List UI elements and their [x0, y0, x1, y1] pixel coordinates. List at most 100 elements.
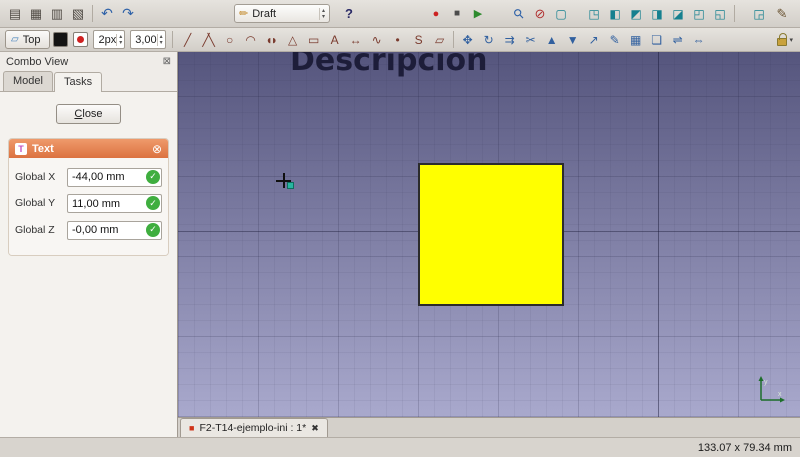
whats-this-icon[interactable]: ? — [339, 4, 359, 24]
combo-view-title: Combo View — [6, 56, 68, 68]
mirror-icon[interactable]: ⇌ — [668, 30, 688, 50]
dock-close-icon[interactable]: ⊠ — [163, 56, 171, 67]
viewport-column: Descripción x y ■ F2-T14-e — [178, 52, 800, 437]
document-tab[interactable]: ■ F2-T14-ejemplo-ini : 1* ✖ — [180, 418, 328, 437]
snap-lock-icon[interactable] — [777, 38, 787, 46]
document-tab-bar: ■ F2-T14-ejemplo-ini : 1* ✖ — [178, 417, 800, 437]
upgrade-icon[interactable]: ▲ — [542, 30, 562, 50]
text-icon[interactable]: A — [324, 30, 344, 50]
rotate-icon[interactable]: ↻ — [479, 30, 499, 50]
view-top-icon[interactable]: ◩ — [626, 4, 646, 24]
downgrade-icon[interactable]: ▼ — [563, 30, 583, 50]
extra-view-group: ◲ — [749, 4, 769, 24]
open-document-icon[interactable]: ▦ — [26, 4, 46, 24]
trimex-icon[interactable]: ✂ — [521, 30, 541, 50]
tab-model[interactable]: Model — [3, 71, 53, 91]
global-z-row: Global Z ✓ — [15, 220, 162, 240]
toolbar-separator — [453, 31, 454, 48]
arc-icon[interactable]: ◠ — [240, 30, 260, 50]
spin-down-icon[interactable]: ▾ — [117, 40, 124, 46]
edit-icon[interactable]: ✎ — [605, 30, 625, 50]
valid-check-icon: ✓ — [146, 223, 160, 237]
macro-record-icon[interactable]: ● — [426, 4, 446, 24]
view-isometric-icon[interactable]: ◳ — [584, 4, 604, 24]
combo-view-titlebar: Combo View ⊠ — [0, 52, 177, 71]
draft-creation-group: ╱╱╲○◠◖◗△▭A↔∿•S▱ — [177, 30, 449, 50]
line-width-value: 2px — [98, 34, 116, 46]
crosshair-cursor — [276, 173, 291, 188]
text-height-value: 3,00 — [135, 34, 156, 46]
draft-modify-group: ✥↻⇉✂▲▼↗✎▦❏⇌⇔ — [458, 30, 709, 50]
tab-tasks[interactable]: Tasks — [54, 72, 102, 92]
dimension-icon[interactable]: ↔ — [345, 30, 365, 50]
view-icon-group: ⚲ ⊘ ▢ — [509, 4, 571, 24]
view-left-icon[interactable]: ◱ — [710, 4, 730, 24]
draft-rectangle[interactable] — [418, 163, 564, 306]
chevron-down-icon[interactable]: ▾ — [789, 36, 793, 44]
spin-down-icon[interactable]: ▾ — [158, 40, 165, 46]
line-width-spinner[interactable]: 2px ▴ ▾ — [93, 30, 125, 49]
line-width-arrows[interactable]: ▴ ▾ — [116, 34, 124, 46]
line-color-swatch[interactable] — [53, 32, 68, 47]
zoom-fit-icon[interactable]: ⚲ — [505, 0, 533, 28]
view-right-icon[interactable]: ◨ — [647, 4, 667, 24]
working-plane-button[interactable]: ▱ Top — [5, 30, 50, 49]
stretch-icon[interactable]: ⇔ — [689, 30, 709, 50]
axis-x-label: x — [778, 391, 782, 398]
close-task-button[interactable]: Close — [56, 104, 120, 124]
view-bottom-icon[interactable]: ◰ — [689, 4, 709, 24]
view-rear-icon[interactable]: ◪ — [668, 4, 688, 24]
draft-text-annotation[interactable]: Descripción — [290, 52, 487, 78]
workbench-selector[interactable]: ✏ Draft ▴ ▾ — [234, 4, 330, 23]
circle-icon[interactable]: ○ — [219, 30, 239, 50]
global-x-row: Global X ✓ — [15, 167, 162, 187]
toolbar-separator — [172, 31, 173, 48]
redo-icon[interactable]: ↷ — [118, 4, 138, 24]
global-x-label: Global X — [15, 171, 62, 183]
combo-view-panel: Combo View ⊠ Model Tasks Close T Text ⊗ — [0, 52, 178, 437]
texture-view-icon[interactable]: ◲ — [749, 4, 769, 24]
facebinder-icon[interactable]: ▱ — [429, 30, 449, 50]
macro-play-icon[interactable]: ▶ — [468, 4, 488, 24]
tasks-panel-body: Close T Text ⊗ Global X ✓ — [0, 92, 177, 437]
plane-icon: ▱ — [11, 34, 19, 45]
face-color-swatch[interactable] — [73, 32, 88, 47]
polygon-icon[interactable]: △ — [282, 30, 302, 50]
undo-icon[interactable]: ↶ — [97, 4, 117, 24]
macro-icon-group: ● ■ ▶ — [426, 4, 488, 24]
text-task-fields: Global X ✓ Global Y ✓ — [9, 158, 168, 255]
view-front-icon[interactable]: ◧ — [605, 4, 625, 24]
ellipse-icon[interactable]: ◖◗ — [261, 30, 281, 50]
shapestring-icon[interactable]: S — [408, 30, 428, 50]
freecad-window: ▤▦▥▧ ↶↷ ✏ Draft ▴ ▾ ? ● ■ ▶ ⚲ ⊘ ▢ ◳◧◩◨◪◰… — [0, 0, 800, 457]
point-icon[interactable]: • — [387, 30, 407, 50]
sketch-edit-icon[interactable]: ✎ — [772, 4, 792, 24]
draft-text-icon: T — [15, 143, 27, 155]
new-document-icon[interactable]: ▤ — [5, 4, 25, 24]
spin-down-icon[interactable]: ▾ — [320, 14, 327, 20]
workbench-spinner[interactable]: ▴ ▾ — [319, 8, 327, 20]
undo-redo-group: ↶↷ — [97, 4, 138, 24]
move-icon[interactable]: ✥ — [458, 30, 478, 50]
task-collapse-icon[interactable]: ⊗ — [152, 142, 162, 156]
draw-style-icon[interactable]: ⊘ — [530, 4, 550, 24]
text-height-spinner[interactable]: 3,00 ▴ ▾ — [130, 30, 165, 49]
clone-icon[interactable]: ❏ — [647, 30, 667, 50]
line-icon[interactable]: ╱ — [177, 30, 197, 50]
bspline-icon[interactable]: ∿ — [366, 30, 386, 50]
array-icon[interactable]: ▦ — [626, 30, 646, 50]
scale-icon[interactable]: ↗ — [584, 30, 604, 50]
polyline-icon[interactable]: ╱╲ — [198, 30, 218, 50]
close-icon[interactable]: ✖ — [311, 423, 319, 434]
macro-stop-icon[interactable]: ■ — [447, 4, 467, 24]
text-height-arrows[interactable]: ▴ ▾ — [157, 34, 165, 46]
box-zoom-icon[interactable]: ▢ — [551, 4, 571, 24]
rectangle-icon[interactable]: ▭ — [303, 30, 323, 50]
toolbar-separator — [92, 5, 93, 22]
global-y-row: Global Y ✓ — [15, 194, 162, 214]
paste-icon[interactable]: ▧ — [68, 4, 88, 24]
save-icon[interactable]: ▥ — [47, 4, 67, 24]
offset-icon[interactable]: ⇉ — [500, 30, 520, 50]
3d-viewport[interactable]: Descripción x y — [178, 52, 800, 417]
snap-lock-group: ▾ — [777, 33, 795, 46]
